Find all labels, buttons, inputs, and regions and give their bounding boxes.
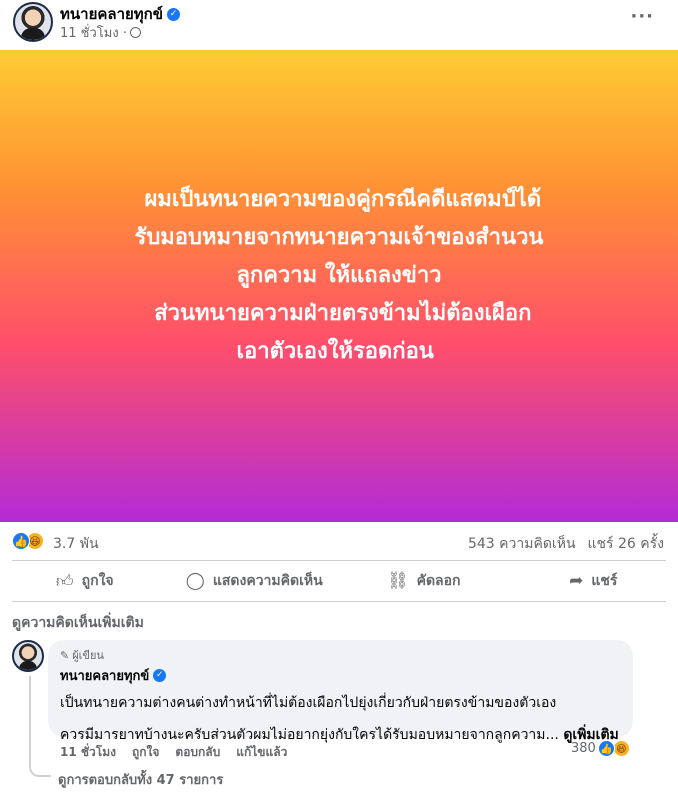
- author-badge: ✎ ผู้เขียน: [60, 646, 621, 664]
- comment-text-line-2-text: ควรมีมารยาทบ้างนะครับส่วนตัวผมไม่อยากยุ่…: [60, 727, 564, 743]
- comment-count[interactable]: 543 ความคิดเห็น: [468, 533, 576, 555]
- verified-icon: ✓: [153, 669, 167, 682]
- post-actions: 👍︎ ถูกใจ ◯ แสดงความคิดเห็น ⛓ คัดลอก ➦ แช…: [0, 561, 678, 601]
- copy-icon: ⛓: [386, 571, 409, 591]
- comment-author[interactable]: ทนายคลายทุกข์: [60, 665, 149, 686]
- like-label: ถูกใจ: [81, 573, 114, 589]
- post-text: ￼ ผมเป็นทนายความของคู่กรณีคดีแสตมป์ได้ ร…: [134, 187, 544, 364]
- comment-actions: 11 ชั่วโมง ถูกใจ ตอบกลับ แก้ไขแล้ว: [60, 743, 287, 762]
- copy-label: คัดลอก: [416, 573, 461, 589]
- author-badge-label: ผู้เขียน: [72, 649, 104, 662]
- comment-share-stats: 543 ความคิดเห็น แชร์ 26 ครั้ง: [468, 533, 664, 555]
- comment-label: แสดงความคิดเห็น: [212, 573, 323, 589]
- divider: [12, 601, 666, 602]
- comment-text-line-1: เป็นทนายความต่างคนต่างทำหน้าที่ไม่ต้องเผ…: [60, 695, 557, 711]
- like-button[interactable]: 👍︎ ถูกใจ: [0, 561, 170, 601]
- comment-reaction-count: 380: [571, 741, 596, 756]
- reaction-icons[interactable]: 👍 😆: [12, 532, 44, 550]
- like-reaction-icon: 👍: [597, 740, 615, 757]
- post-background: ￼ ผมเป็นทนายความของคู่กรณีคดีแสตมป์ได้ ร…: [0, 50, 678, 522]
- comment-edited-label: แก้ไขแล้ว: [236, 745, 288, 759]
- comment-bubble: ✎ ผู้เขียน ทนายคลายทุกข์ ✓ เป็นทนายความต…: [48, 640, 633, 743]
- comment-author-row: ทนายคลายทุกข์ ✓: [60, 665, 621, 686]
- comment-like-button[interactable]: ถูกใจ: [132, 743, 159, 762]
- view-replies-link[interactable]: ดูการตอบกลับทั้ง 47 รายการ: [58, 769, 223, 790]
- post-stats: 👍 😆 3.7 พัน 543 ความคิดเห็น แชร์ 26 ครั้…: [0, 527, 678, 559]
- post-time[interactable]: 11 ชั่วโมง ·: [60, 22, 127, 43]
- comment-reactions[interactable]: 380 👍 😆: [571, 740, 630, 757]
- post-header: ทนายคลายทุกข์ ✓ 11 ชั่วโมง · ···: [0, 0, 678, 50]
- haha-reaction-icon: 😆: [612, 740, 630, 757]
- like-icon: 👍︎: [55, 571, 74, 592]
- pencil-icon: ✎: [60, 648, 70, 662]
- share-button[interactable]: ➦ แชร์: [509, 561, 678, 601]
- copy-button[interactable]: ⛓ คัดลอก: [339, 561, 509, 601]
- reaction-count[interactable]: 3.7 พัน: [53, 533, 99, 555]
- share-label: แชร์: [591, 573, 618, 589]
- page-avatar[interactable]: [13, 2, 53, 42]
- verified-icon: ✓: [167, 7, 181, 21]
- like-reaction-icon: 👍: [12, 532, 30, 550]
- comment-button[interactable]: ◯ แสดงความคิดเห็น: [170, 561, 340, 601]
- share-icon: ➦: [569, 571, 584, 591]
- comment-icon: ◯: [185, 571, 205, 591]
- more-options-button[interactable]: ···: [630, 6, 654, 27]
- share-count[interactable]: แชร์ 26 ครั้ง: [588, 533, 664, 555]
- view-more-comments-link[interactable]: ดูความคิดเห็นเพิ่มเติม: [12, 612, 144, 634]
- globe-icon: [129, 27, 141, 38]
- post-meta: 11 ชั่วโมง ·: [60, 22, 141, 43]
- comment-reply-button[interactable]: ตอบกลับ: [175, 743, 220, 762]
- comment-avatar[interactable]: [12, 640, 44, 672]
- comment-time[interactable]: 11 ชั่วโมง: [60, 743, 116, 762]
